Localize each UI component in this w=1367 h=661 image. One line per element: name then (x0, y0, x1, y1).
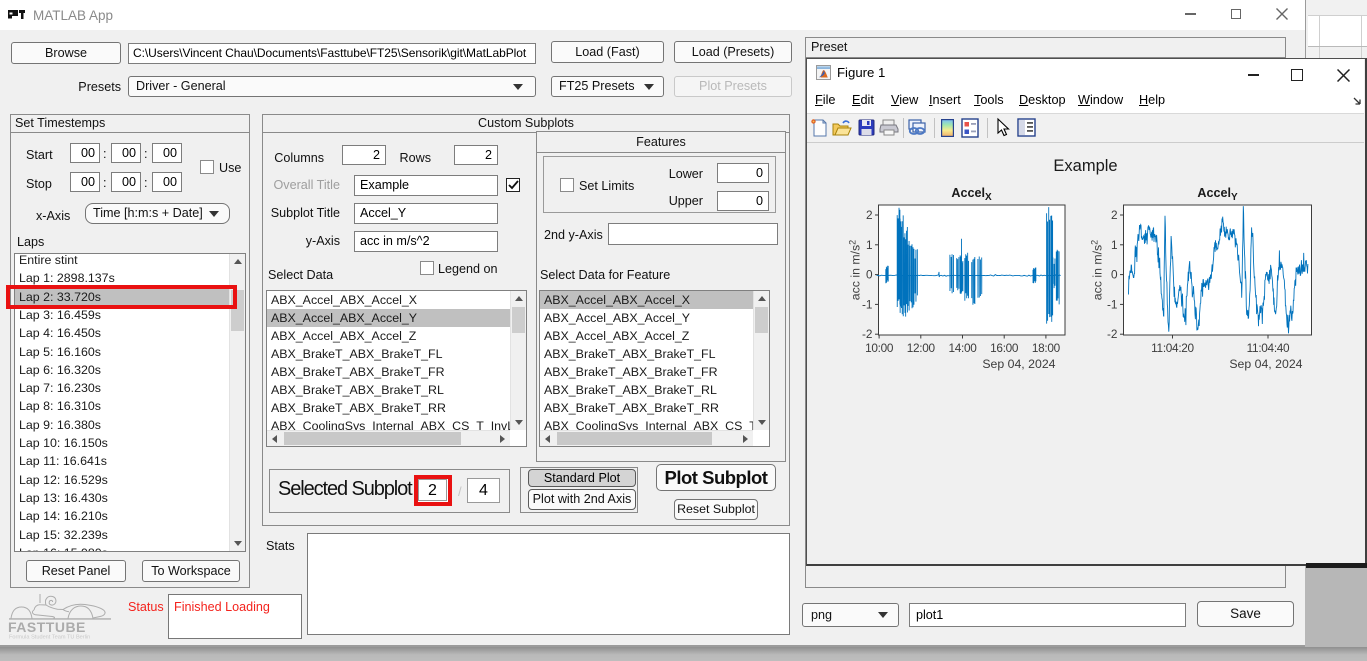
svg-text:11:04:20: 11:04:20 (1151, 341, 1194, 355)
svg-text:2: 2 (1111, 208, 1118, 222)
svg-text:Example: Example (1053, 157, 1117, 175)
svg-text:-2: -2 (1107, 327, 1118, 341)
svg-text:Sep 04, 2024: Sep 04, 2024 (982, 357, 1055, 371)
svg-text:acc in m/s2: acc in m/s2 (848, 240, 863, 300)
svg-text:10:00: 10:00 (865, 341, 894, 355)
svg-text:16:00: 16:00 (990, 341, 1019, 355)
svg-text:1: 1 (866, 238, 873, 252)
svg-text:AccelX: AccelX (951, 186, 992, 203)
svg-text:-1: -1 (862, 297, 873, 311)
svg-text:0: 0 (1111, 268, 1118, 282)
svg-text:12:00: 12:00 (907, 341, 936, 355)
svg-text:-2: -2 (862, 327, 873, 341)
svg-text:1: 1 (1111, 238, 1118, 252)
svg-text:Sep 04, 2024: Sep 04, 2024 (1229, 357, 1302, 371)
svg-text:18:00: 18:00 (1032, 341, 1061, 355)
svg-text:-1: -1 (1107, 297, 1118, 311)
svg-text:0: 0 (866, 268, 873, 282)
svg-text:acc in m/s2: acc in m/s2 (1090, 240, 1105, 300)
svg-text:11:04:40: 11:04:40 (1247, 341, 1290, 355)
svg-text:FASTTUBE: FASTTUBE (8, 619, 86, 635)
svg-text:14:00: 14:00 (948, 341, 977, 355)
svg-text:Formula Student Team TU Berlin: Formula Student Team TU Berlin (9, 635, 90, 641)
svg-text:AccelY: AccelY (1197, 186, 1238, 203)
svg-text:2: 2 (866, 208, 873, 222)
